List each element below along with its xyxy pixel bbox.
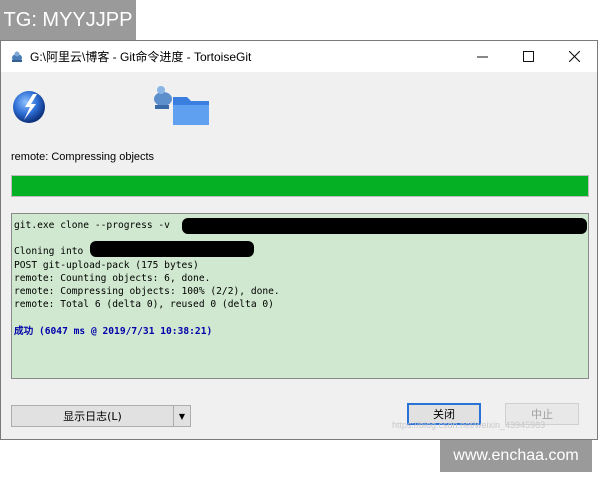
log-line: remote: Counting objects: 6, done. [14,272,211,284]
progress-window: G:\阿里云\博客 - Git命令进度 - TortoiseGit remote… [0,40,598,440]
maximize-icon[interactable] [505,41,551,72]
remote-globe-icon [13,91,45,123]
redacted-path [90,241,254,258]
status-text: remote: Compressing objects [11,151,155,163]
watermark-top: TG: MYYJJPP [0,0,136,40]
log-line: Cloning into [14,241,586,258]
watermark-bottom: www.enchaa.com [440,440,592,472]
log-line: git.exe clone --progress -v [14,218,587,234]
log-line: remote: Total 6 (delta 0), reused 0 (del… [14,299,274,311]
progress-bar [11,175,589,197]
tortoisegit-icon [12,51,22,62]
title-bar[interactable]: G:\阿里云\博客 - Git命令进度 - TortoiseGit [1,41,597,72]
show-log-label: 显示日志(L) [63,410,122,423]
watermark-faint: https://blog.csdn.net/weixin_43945983 [392,420,546,430]
minimize-icon[interactable] [459,41,505,72]
show-log-button[interactable]: 显示日志(L) ▼ [11,405,191,427]
progress-fill [12,176,588,196]
log-line: remote: Compressing objects: 100% (2/2),… [14,285,280,297]
redacted-url [182,218,587,234]
close-icon[interactable] [551,41,597,72]
log-success-line: 成功 (6047 ms @ 2019/7/31 10:38:21) [14,325,213,337]
turtle-folder-icon [154,86,209,125]
output-log[interactable]: git.exe clone --progress -v Cloning into… [11,213,589,379]
chevron-down-icon[interactable]: ▼ [173,406,190,426]
window-title: G:\阿里云\博客 - Git命令进度 - TortoiseGit [30,50,252,64]
log-line: POST git-upload-pack (175 bytes) [14,259,199,271]
